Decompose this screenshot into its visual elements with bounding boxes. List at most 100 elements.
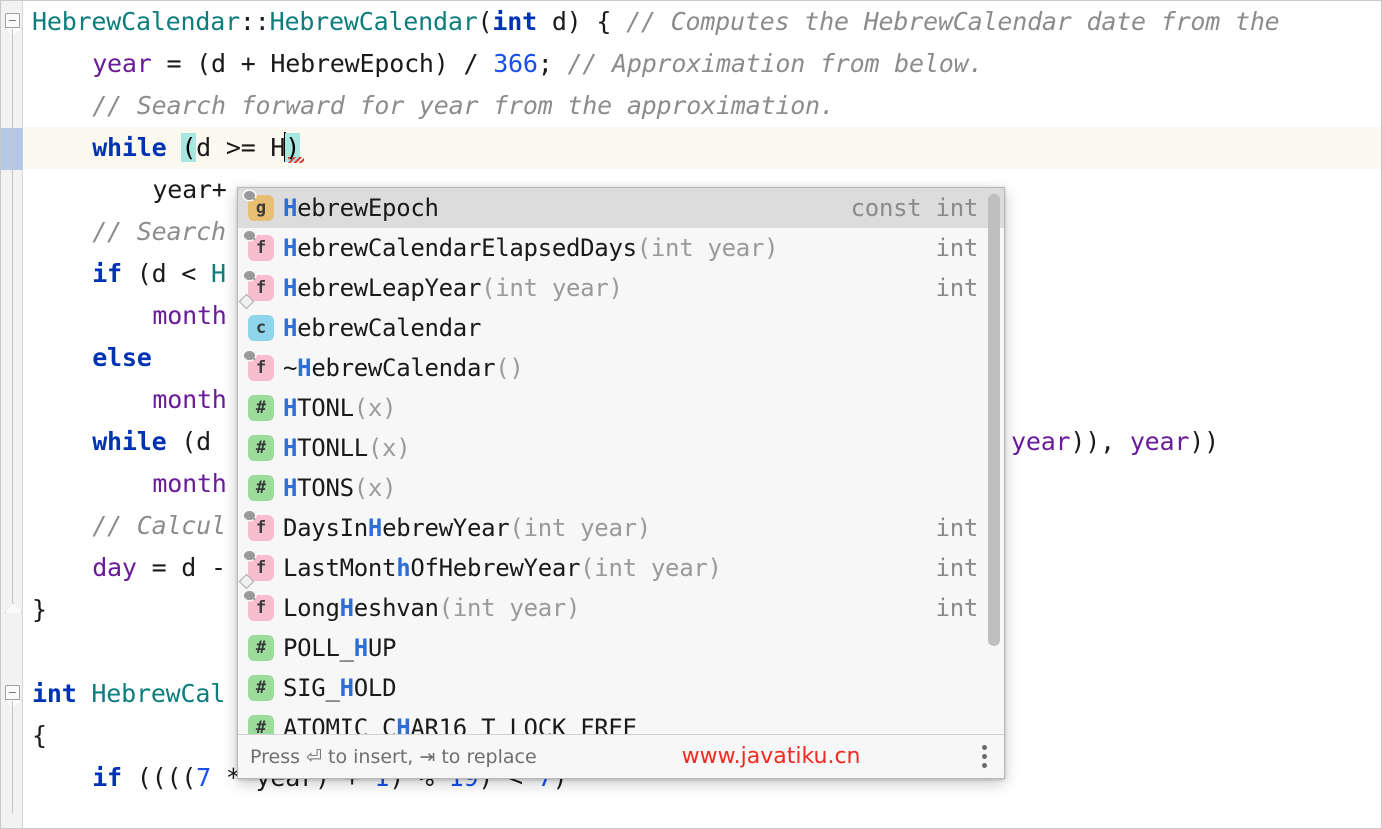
code-token: month — [152, 469, 227, 498]
code-token: d) { — [536, 7, 627, 36]
code-token: year — [92, 49, 152, 78]
override-diamond-icon — [238, 573, 255, 590]
completion-item-label: SIG_HOLD — [283, 674, 397, 702]
macro-icon: # — [248, 435, 274, 461]
fold-end-icon[interactable] — [5, 601, 20, 616]
completion-item[interactable]: # HTONLL(x) — [238, 428, 1004, 468]
match-highlight: H — [297, 354, 312, 382]
class-icon: c — [248, 315, 274, 341]
code-token: ( — [477, 7, 493, 36]
function-icon: f — [248, 515, 274, 541]
code-line-text: int HebrewCal — [24, 679, 225, 708]
completion-item[interactable]: f HebrewCalendarElapsedDays(int year) int — [238, 228, 1004, 268]
completion-item[interactable]: f ~HebrewCalendar() — [238, 348, 1004, 388]
completion-item[interactable]: f LongHeshvan(int year) int — [238, 588, 1004, 628]
function-icon: f — [248, 355, 274, 381]
code-token: )) — [1189, 427, 1219, 456]
code-completion-popup[interactable]: g HebrewEpoch const int f HebrewCalendarElap… — [237, 187, 1005, 779]
completion-item-label: HTONLL(x) — [283, 434, 411, 462]
completion-item-label: LongHeshvan(int year) — [283, 594, 581, 622]
fold-guide-line — [12, 29, 13, 603]
code-token: (d — [166, 427, 212, 456]
completion-scrollbar[interactable] — [987, 192, 1001, 732]
code-token: month — [152, 385, 227, 414]
global-variable-icon: g — [248, 195, 274, 221]
code-line-text: day = d - — [24, 553, 226, 582]
code-token: year — [1011, 427, 1071, 456]
macro-icon: # — [248, 395, 274, 421]
code-line-text: year+ — [24, 175, 226, 204]
code-line-text: month — [24, 469, 227, 498]
code-token: month — [152, 301, 227, 330]
completion-item[interactable]: # POLL_HUP — [238, 628, 1004, 668]
completion-item-label: HTONS(x) — [283, 474, 397, 502]
code-token: = (d + HebrewEpoch) / — [151, 49, 494, 78]
completion-item[interactable]: # HTONL(x) — [238, 388, 1004, 428]
completion-hint-text: Press ⏎ to insert, ⇥ to replace — [250, 745, 537, 768]
code-token: // Computes the HebrewCalendar date from… — [626, 7, 1280, 36]
code-line-text: // Search — [24, 217, 226, 246]
completion-item-label: ATOMIC_CHAR16_T_LOCK_FREE — [283, 714, 960, 736]
fold-guide-line — [12, 701, 13, 813]
code-line-text: } — [24, 595, 47, 624]
code-line[interactable]: while (d >= H) — [24, 127, 1381, 169]
match-highlight: H — [283, 234, 298, 262]
kebab-menu-icon[interactable] — [974, 744, 994, 770]
completion-item-type: int — [935, 274, 979, 302]
code-token: d >= H — [196, 133, 286, 162]
completion-item[interactable]: c HebrewCalendar — [238, 308, 1004, 348]
completion-item-label: HebrewEpoch — [283, 194, 439, 222]
code-line-text: else — [24, 343, 152, 372]
completion-item[interactable]: f HebrewLeapYear(int year) int — [238, 268, 1004, 310]
match-highlight: H — [396, 714, 411, 736]
completion-item-label: POLL_HUP — [283, 634, 397, 662]
scrollbar-thumb[interactable] — [988, 194, 1000, 646]
code-token: HebrewCal — [91, 679, 226, 708]
macro-icon: # — [248, 475, 274, 501]
completion-footer: Press ⏎ to insert, ⇥ to replace www.java… — [238, 734, 1004, 778]
completion-item[interactable]: f LastMonthOfHebrewYear(int year) int — [238, 548, 1004, 590]
fold-collapse-icon[interactable]: − — [5, 13, 20, 28]
match-highlight: H — [339, 674, 354, 702]
code-line[interactable]: year = (d + HebrewEpoch) / 366; // Appro… — [24, 43, 1381, 85]
completion-list[interactable]: g HebrewEpoch const int f HebrewCalendarElap… — [238, 188, 1004, 736]
macro-icon: # — [248, 635, 274, 661]
code-token: ; — [537, 49, 568, 78]
completion-item-label: HebrewLeapYear(int year) — [283, 274, 623, 302]
match-highlight: H — [283, 314, 298, 342]
code-token: if — [92, 763, 122, 792]
code-line[interactable]: // Search forward for year from the appr… — [24, 85, 1381, 127]
code-token: else — [92, 343, 152, 372]
code-token: (d < — [121, 259, 211, 288]
code-line-tail: year)), year)) — [1011, 421, 1219, 463]
completion-item[interactable]: # SIG_HOLD — [238, 668, 1004, 708]
macro-icon: # — [248, 675, 274, 701]
match-highlight: H — [283, 274, 298, 302]
match-highlight: H — [283, 434, 298, 462]
editor-gutter[interactable]: − − — [1, 1, 23, 828]
completion-item[interactable]: # HTONS(x) — [238, 468, 1004, 508]
code-token: } — [32, 595, 47, 624]
completion-item-label: HebrewCalendarElapsedDays(int year) — [283, 234, 779, 262]
completion-item-params: (int year) — [438, 594, 581, 622]
completion-item-params: (x) — [353, 394, 397, 422]
code-line-text: if (d < H — [24, 259, 226, 288]
code-line-text: while (d >= H) — [24, 132, 300, 162]
completion-item-label: HTONL(x) — [283, 394, 397, 422]
code-line[interactable]: HebrewCalendar::HebrewCalendar(int d) { … — [24, 1, 1381, 43]
completion-item[interactable]: # ATOMIC_CHAR16_T_LOCK_FREE — [238, 708, 1004, 736]
override-diamond-icon — [238, 293, 255, 310]
code-token: = d - — [136, 553, 226, 582]
completion-item-type: int — [935, 594, 979, 622]
code-token: // Approximation from below. — [567, 49, 984, 78]
code-token: while — [92, 133, 167, 162]
completion-item[interactable]: f DaysInHebrewYear(int year) int — [238, 508, 1004, 548]
fold-collapse-icon[interactable]: − — [5, 685, 20, 700]
function-icon: f — [238, 275, 274, 310]
code-line-text: month — [24, 301, 227, 330]
completion-item-params: (x) — [353, 474, 397, 502]
completion-item-type: int — [935, 514, 979, 542]
completion-item[interactable]: g HebrewEpoch const int — [238, 188, 1004, 228]
match-highlight: H — [367, 514, 383, 542]
